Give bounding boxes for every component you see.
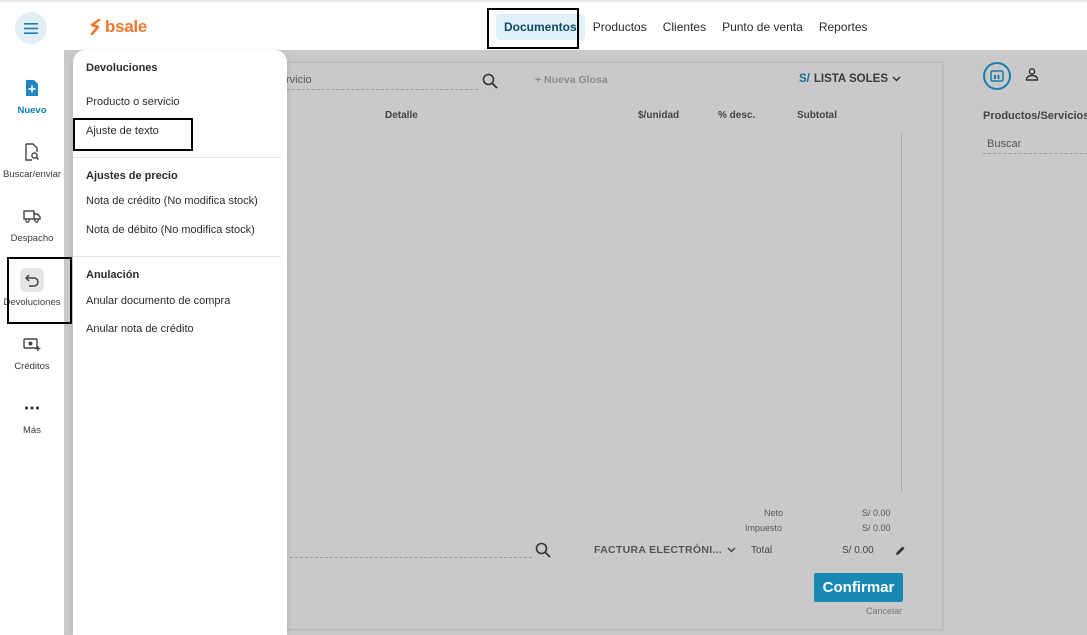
menu-divider <box>73 256 281 257</box>
neto-value: S/ 0.00 <box>862 508 891 518</box>
top-bar: bsale Documentos Productos Clientes Punt… <box>0 0 1087 50</box>
left-sidebar: Nuevo Buscar/enviar Despacho Devolucione… <box>0 50 64 635</box>
document-type-selector[interactable]: FACTURA ELECTRÓNI... <box>594 544 736 556</box>
new-document-icon <box>20 76 44 100</box>
menu-item-nota-de-credito[interactable]: Nota de crédito (No modifica stock) <box>86 195 258 207</box>
sidebar-label: Más <box>23 425 41 436</box>
sidebar-item-devoluciones[interactable]: Devoluciones <box>0 268 64 308</box>
client-search-underline <box>290 557 532 558</box>
menu-item-anular-documento-de-compra[interactable]: Anular documento de compra <box>86 295 230 307</box>
menu-item-ajuste-de-texto[interactable]: Ajuste de texto <box>86 125 159 137</box>
return-arrow-icon <box>20 268 44 292</box>
search-document-icon <box>20 140 44 164</box>
price-list-currency: S/ <box>799 73 810 85</box>
menu-item-anular-nota-de-credito[interactable]: Anular nota de crédito <box>86 323 194 335</box>
column-detalle: Detalle <box>385 110 418 121</box>
column-unit-price: $/unidad <box>638 110 680 121</box>
sidebar-label: Nuevo <box>17 105 47 116</box>
item-search-underline <box>282 89 478 90</box>
sidebar-label: Devoluciones <box>3 297 61 308</box>
nav-reportes[interactable]: Reportes <box>811 14 876 40</box>
truck-icon <box>20 204 44 228</box>
brand-name: bsale <box>105 17 147 36</box>
bsale-logo[interactable]: bsale <box>90 17 147 37</box>
impuesto-value: S/ 0.00 <box>862 523 891 533</box>
item-search-icon[interactable] <box>482 73 498 94</box>
sidebar-item-despacho[interactable]: Despacho <box>0 204 64 244</box>
item-search-input[interactable]: rvicio <box>286 74 312 86</box>
client-search-icon[interactable] <box>535 542 551 563</box>
products-search-input[interactable]: Buscar <box>987 138 1021 150</box>
bsale-logo-icon <box>90 19 101 35</box>
total-label: Total <box>751 545 773 556</box>
column-discount: % desc. <box>718 110 756 121</box>
new-glosa-button[interactable]: + Nueva Glosa <box>535 74 608 86</box>
price-list-selector[interactable]: S/ LISTA SOLES <box>799 73 901 85</box>
document-type-label: FACTURA ELECTRÓNI... <box>594 544 723 556</box>
chevron-down-icon <box>727 544 736 556</box>
sidebar-label: Despacho <box>10 233 54 244</box>
sidebar-item-mas[interactable]: Más <box>0 396 64 436</box>
price-list-label: LISTA SOLES <box>813 73 888 85</box>
menu-section-devoluciones: Devoluciones <box>86 62 158 74</box>
money-add-icon <box>20 332 44 356</box>
sidebar-item-buscar-enviar[interactable]: Buscar/enviar <box>0 140 64 180</box>
nav-documentos[interactable]: Documentos <box>496 14 585 40</box>
nav-productos[interactable]: Productos <box>585 14 655 40</box>
product-catalog-icon[interactable] <box>983 62 1011 90</box>
impuesto-label: Impuesto <box>745 523 783 533</box>
menu-item-nota-de-debito[interactable]: Nota de débito (No modifica stock) <box>86 224 255 236</box>
sidebar-item-creditos[interactable]: Créditos <box>0 332 64 372</box>
sidebar-item-nuevo[interactable]: Nuevo <box>0 76 64 116</box>
hamburger-menu-button[interactable] <box>15 12 47 44</box>
sidebar-label: Buscar/enviar <box>2 169 62 180</box>
devoluciones-menu: Devoluciones Producto o servicio Ajuste … <box>73 50 287 635</box>
chevron-down-icon <box>892 73 901 85</box>
pencil-icon[interactable] <box>895 543 906 561</box>
items-scrollbar[interactable] <box>901 134 902 492</box>
more-dots-icon <box>20 396 44 420</box>
neto-label: Neto <box>764 508 784 518</box>
nav-clientes[interactable]: Clientes <box>655 14 714 40</box>
right-panel-tabs <box>983 62 1039 90</box>
sidebar-label: Créditos <box>14 361 50 372</box>
products-search-underline <box>983 153 1087 154</box>
column-subtotal: Subtotal <box>797 110 837 121</box>
menu-section-anulacion: Anulación <box>86 269 140 281</box>
products-panel-title: Productos/Servicios <box>983 110 1087 122</box>
cancel-button[interactable]: Cancelar <box>866 606 902 616</box>
menu-section-ajustes-de-precio: Ajustes de precio <box>86 170 178 182</box>
menu-divider <box>73 157 281 158</box>
total-value: S/ 0.00 <box>842 545 874 556</box>
confirm-button[interactable]: Confirmar <box>814 573 903 602</box>
top-navigation: Documentos Productos Clientes Punto de v… <box>496 14 876 40</box>
menu-item-producto-o-servicio[interactable]: Producto o servicio <box>86 96 180 108</box>
user-icon[interactable] <box>1025 67 1039 86</box>
nav-punto-de-venta[interactable]: Punto de venta <box>714 14 811 40</box>
